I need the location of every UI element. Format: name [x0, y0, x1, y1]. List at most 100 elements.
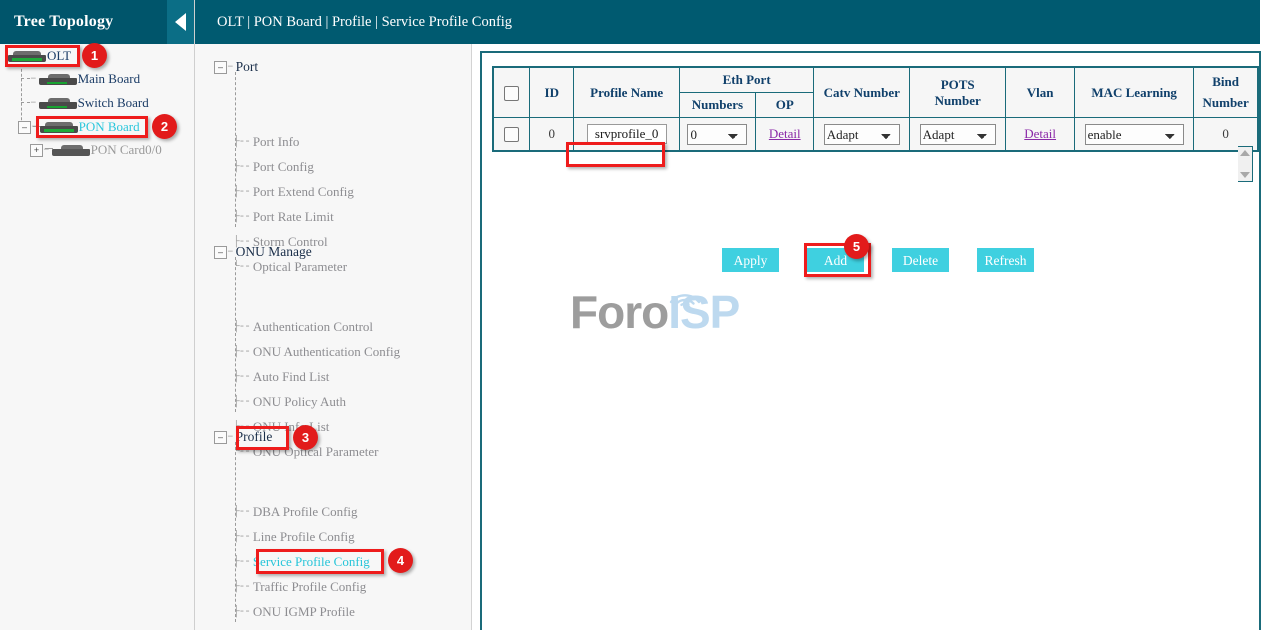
- table-vertical-scrollbar[interactable]: [1238, 146, 1253, 182]
- nav-item-traffic-profile-config[interactable]: ├-- Traffic Profile Config: [233, 579, 366, 595]
- nav-item-service-profile-config[interactable]: ├-- Service Profile Config: [233, 554, 370, 570]
- select-all-header: [493, 67, 530, 118]
- nav-item-label: Authentication Control: [253, 319, 373, 335]
- annotation-badge-2: 2: [152, 114, 177, 139]
- nav-item-port-config[interactable]: ├-- Port Config: [233, 159, 314, 175]
- tree-connector: [21, 102, 30, 103]
- table-row: 0 0 Detail: [493, 118, 1258, 152]
- collapse-sidebar-button[interactable]: [167, 0, 194, 44]
- profile-name-input[interactable]: [587, 124, 667, 144]
- card-device-icon: [52, 145, 90, 156]
- tree-branch-icon: –: [43, 144, 49, 156]
- tree-node-main-board[interactable]: – Main Board: [30, 70, 140, 88]
- nav-group-label: Port: [236, 59, 259, 75]
- nav-item-port-rate-limit[interactable]: ├-- Port Rate Limit: [233, 209, 334, 225]
- col-header-eth-port: Eth Port: [679, 67, 814, 93]
- annotation-badge-1: 1: [82, 43, 107, 68]
- nav-item-label: Port Rate Limit: [253, 209, 334, 225]
- tree-branch-icon: –: [227, 246, 233, 258]
- tree-branch-icon: ├--: [233, 211, 250, 223]
- breadcrumb-bar: OLT | PON Board | Profile | Service Prof…: [195, 0, 1260, 44]
- tree-branch-icon: ├--: [233, 186, 250, 198]
- nav-item-onu-igmp-profile[interactable]: ├-- ONU IGMP Profile: [233, 604, 355, 620]
- pots-number-select[interactable]: Adapt: [920, 124, 996, 145]
- col-header-mac-learning: MAC Learning: [1075, 67, 1194, 118]
- content-frame: Foro ISP ID Profile: [480, 51, 1261, 630]
- nav-item-optical-parameter[interactable]: └-- Optical Parameter: [233, 259, 347, 275]
- nav-group-label: ONU Manage: [236, 244, 312, 260]
- row-select-cell: [493, 118, 530, 152]
- col-header-bind-number: Bind Number: [1194, 67, 1258, 118]
- section-navigation-panel: – – Port ├-- Port Info ├-- Port Config ├…: [195, 44, 472, 630]
- vlan-detail-link[interactable]: Detail: [1024, 126, 1056, 141]
- board-device-icon: [39, 98, 77, 109]
- nav-item-line-profile-config[interactable]: ├-- Line Profile Config: [233, 529, 355, 545]
- annotation-badge-5: 5: [844, 234, 869, 259]
- nav-group-port[interactable]: – – Port: [214, 59, 258, 75]
- nav-item-onu-policy-auth[interactable]: ├-- ONU Policy Auth: [233, 394, 346, 410]
- delete-button[interactable]: Delete: [892, 248, 949, 272]
- cell-profile-name: [574, 118, 679, 152]
- nav-expander-icon[interactable]: –: [214, 61, 227, 74]
- scroll-down-arrow-icon[interactable]: [1240, 172, 1250, 178]
- col-header-id: ID: [530, 67, 574, 118]
- tree-branch-icon: ├--: [233, 606, 250, 618]
- catv-number-select[interactable]: Adapt: [824, 124, 900, 145]
- nav-item-label: Port Info: [253, 134, 300, 150]
- tree-connector: [21, 78, 30, 79]
- nav-item-auto-find-list[interactable]: ├-- Auto Find List: [233, 369, 329, 385]
- tree-branch-icon: ├--: [233, 396, 250, 408]
- refresh-button[interactable]: Refresh: [977, 248, 1034, 272]
- nav-expander-icon[interactable]: –: [214, 246, 227, 259]
- tree-node-label: PON Board: [79, 119, 140, 135]
- watermark-text-foro: Foro: [570, 285, 668, 339]
- tree-node-olt[interactable]: OLT: [8, 47, 71, 65]
- tree-branch-icon: –: [227, 61, 233, 73]
- col-header-eth-numbers: Numbers: [679, 93, 755, 118]
- select-all-checkbox[interactable]: [504, 86, 519, 101]
- tree-node-label: Main Board: [78, 71, 140, 87]
- tree-branch-icon: ├--: [233, 371, 250, 383]
- nav-group-profile[interactable]: – – Profile: [214, 429, 272, 445]
- nav-item-label: ONU IGMP Profile: [253, 604, 355, 620]
- scroll-up-arrow-icon[interactable]: [1240, 150, 1250, 156]
- tree-expander-collapse-icon[interactable]: –: [18, 121, 31, 134]
- tree-branch-icon: ├--: [233, 321, 250, 333]
- nav-item-port-info[interactable]: ├-- Port Info: [233, 134, 299, 150]
- nav-item-port-extend-config[interactable]: ├-- Port Extend Config: [233, 184, 354, 200]
- nav-item-label: Service Profile Config: [253, 554, 370, 570]
- tree-topology-title: Tree Topology: [14, 13, 113, 31]
- action-button-row: Apply Add Delete Refresh: [722, 248, 1034, 272]
- col-header-vlan: Vlan: [1006, 67, 1075, 118]
- nav-item-label: Traffic Profile Config: [253, 579, 366, 595]
- mac-learning-select[interactable]: enable: [1085, 124, 1184, 145]
- cell-pots-number: Adapt: [910, 118, 1006, 152]
- eth-op-detail-link[interactable]: Detail: [769, 126, 801, 141]
- row-checkbox[interactable]: [504, 127, 519, 142]
- wifi-signal-icon: [668, 285, 702, 307]
- tree-branch-icon: ├--: [233, 581, 250, 593]
- tree-node-label: Switch Board: [78, 95, 149, 111]
- nav-item-label: Line Profile Config: [253, 529, 355, 545]
- tree-branch-icon: ├--: [233, 531, 250, 543]
- tree-node-pon-card[interactable]: + – PON Card0/0: [30, 141, 162, 159]
- tree-branch-icon: ├--: [233, 506, 250, 518]
- eth-numbers-select[interactable]: 0: [687, 124, 747, 145]
- cell-eth-op: Detail: [756, 118, 814, 152]
- tree-branch-icon: –: [30, 73, 36, 85]
- nav-item-dba-profile-config[interactable]: ├-- DBA Profile Config: [233, 504, 358, 520]
- nav-item-authentication-control[interactable]: ├-- Authentication Control: [233, 319, 373, 335]
- nav-group-onu-manage[interactable]: – – ONU Manage: [214, 244, 312, 260]
- tree-node-pon-board[interactable]: – – PON Board: [18, 118, 140, 136]
- tree-node-switch-board[interactable]: – Switch Board: [30, 94, 149, 112]
- chevron-left-icon: [175, 13, 186, 31]
- annotation-badge-4: 4: [388, 548, 413, 573]
- annotation-badge-3: 3: [293, 425, 318, 450]
- nav-expander-icon[interactable]: –: [214, 431, 227, 444]
- tree-expander-expand-icon[interactable]: +: [30, 144, 43, 157]
- nav-item-onu-authentication-config[interactable]: ├-- ONU Authentication Config: [233, 344, 400, 360]
- cell-id: 0: [530, 118, 574, 152]
- apply-button[interactable]: Apply: [722, 248, 779, 272]
- col-header-eth-op: OP: [756, 93, 814, 118]
- service-profile-table-wrapper: ID Profile Name Eth Port Catv Number POT…: [492, 66, 1259, 152]
